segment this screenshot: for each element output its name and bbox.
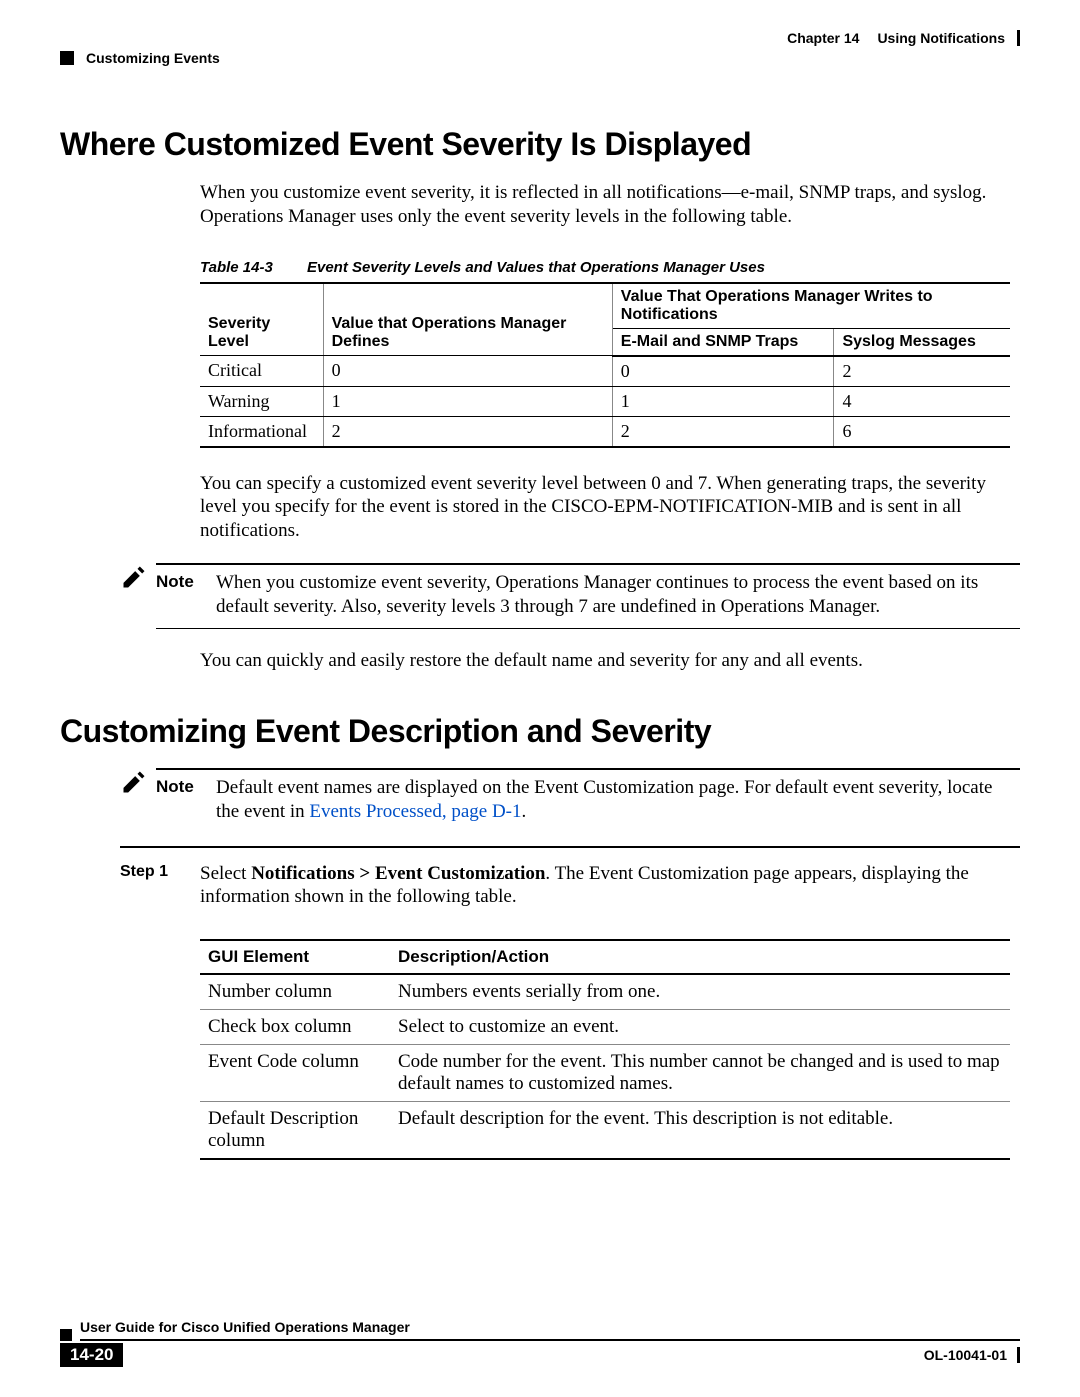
th-gui-element: GUI Element [200, 940, 390, 974]
table-row: Default Description column Default descr… [200, 1102, 1010, 1160]
cell: Number column [200, 974, 390, 1010]
cell: 1 [323, 386, 612, 416]
table-row: Warning 1 1 4 [200, 386, 1010, 416]
note-label: Note [156, 776, 216, 824]
doc-id-text: OL-10041-01 [924, 1347, 1007, 1363]
note-body: Note Default event names are displayed o… [156, 768, 1020, 834]
cell: 6 [834, 416, 1010, 447]
th-syslog: Syslog Messages [834, 328, 1010, 356]
intro-text: When you customize event severity, it is… [200, 181, 1020, 229]
heading-customizing-desc: Customizing Event Description and Severi… [60, 713, 1020, 750]
severity-table: Severity Level Value that Operations Man… [200, 282, 1010, 448]
cell: Informational [200, 416, 323, 447]
note-post: . [522, 801, 527, 822]
cell: Select to customize an event. [390, 1010, 1010, 1045]
cell: 2 [612, 416, 834, 447]
cell: 4 [834, 386, 1010, 416]
step-pre: Select [200, 863, 251, 884]
footer-guide-title: User Guide for Cisco Unified Operations … [80, 1319, 1020, 1335]
cell: Event Code column [200, 1045, 390, 1102]
after-note-paragraph: You can quickly and easily restore the d… [200, 649, 1020, 673]
cell: Critical [200, 356, 323, 387]
note-text: When you customize event severity, Opera… [216, 571, 1020, 619]
note-block-1: Note When you customize event severity, … [120, 563, 1020, 630]
cell: 0 [612, 356, 834, 387]
after-table-paragraph: You can specify a customized event sever… [200, 472, 1020, 543]
cell: Numbers events serially from one. [390, 974, 1010, 1010]
th-value-writes: Value That Operations Manager Writes to … [612, 283, 1010, 329]
running-header-right: Chapter 14 Using Notifications [60, 30, 1020, 46]
after-table-text: You can specify a customized event sever… [200, 472, 1020, 543]
table-row: Number column Numbers events serially fr… [200, 974, 1010, 1010]
note-body: Note When you customize event severity, … [156, 563, 1020, 630]
step-label: Step 1 [120, 862, 200, 910]
footer-bar-icon [1017, 1347, 1020, 1363]
footer-box-icon [60, 1329, 72, 1341]
cell: Default description for the event. This … [390, 1102, 1010, 1160]
cell: 0 [323, 356, 612, 387]
table-caption-text: Event Severity Levels and Values that Op… [307, 259, 765, 276]
cell: Code number for the event. This number c… [390, 1045, 1010, 1102]
footer-rule-icon [80, 1339, 1020, 1341]
after-note-text: You can quickly and easily restore the d… [200, 649, 1020, 673]
section-name: Customizing Events [86, 50, 220, 66]
running-header-left: Customizing Events [60, 50, 1020, 66]
chapter-title: Using Notifications [877, 30, 1005, 46]
chapter-number: Chapter 14 [787, 30, 859, 46]
events-processed-link[interactable]: Events Processed, page D-1 [309, 801, 521, 822]
header-bar-icon [1017, 30, 1020, 46]
step-bold-path: Notifications > Event Customization [251, 863, 545, 884]
page-number: 14-20 [60, 1343, 123, 1367]
cell: Default Description column [200, 1102, 390, 1160]
section-box-icon [60, 51, 74, 65]
table-caption: Table 14-3 Event Severity Levels and Val… [200, 259, 1020, 276]
table-row: Critical 0 0 2 [200, 356, 1010, 387]
pencil-note-icon [120, 768, 156, 802]
cell: 2 [323, 416, 612, 447]
cell: 2 [834, 356, 1010, 387]
table-row: Informational 2 2 6 [200, 416, 1010, 447]
gui-elements-table: GUI Element Description/Action Number co… [200, 939, 1010, 1160]
note-text: Default event names are displayed on the… [216, 776, 1020, 824]
th-description: Description/Action [390, 940, 1010, 974]
page-footer: User Guide for Cisco Unified Operations … [60, 1315, 1020, 1367]
cell: Check box column [200, 1010, 390, 1045]
note-label: Note [156, 571, 216, 619]
table-number: Table 14-3 [200, 259, 273, 276]
cell: 1 [612, 386, 834, 416]
cell: Warning [200, 386, 323, 416]
intro-paragraph: When you customize event severity, it is… [200, 181, 1020, 229]
heading-where-displayed: Where Customized Event Severity Is Displ… [60, 126, 1020, 163]
table-row: Event Code column Code number for the ev… [200, 1045, 1010, 1102]
page: Chapter 14 Using Notifications Customizi… [0, 0, 1080, 1397]
pencil-note-icon [120, 563, 156, 597]
th-email-snmp: E-Mail and SNMP Traps [612, 328, 834, 356]
step-1-row: Step 1 Select Notifications > Event Cust… [120, 846, 1020, 910]
table-row: Check box column Select to customize an … [200, 1010, 1010, 1045]
th-severity: Severity Level [200, 283, 323, 356]
step-body: Select Notifications > Event Customizati… [200, 862, 1020, 910]
note-block-2: Note Default event names are displayed o… [120, 768, 1020, 834]
th-value-defines: Value that Operations Manager Defines [323, 283, 612, 356]
document-id: OL-10041-01 [924, 1347, 1020, 1363]
